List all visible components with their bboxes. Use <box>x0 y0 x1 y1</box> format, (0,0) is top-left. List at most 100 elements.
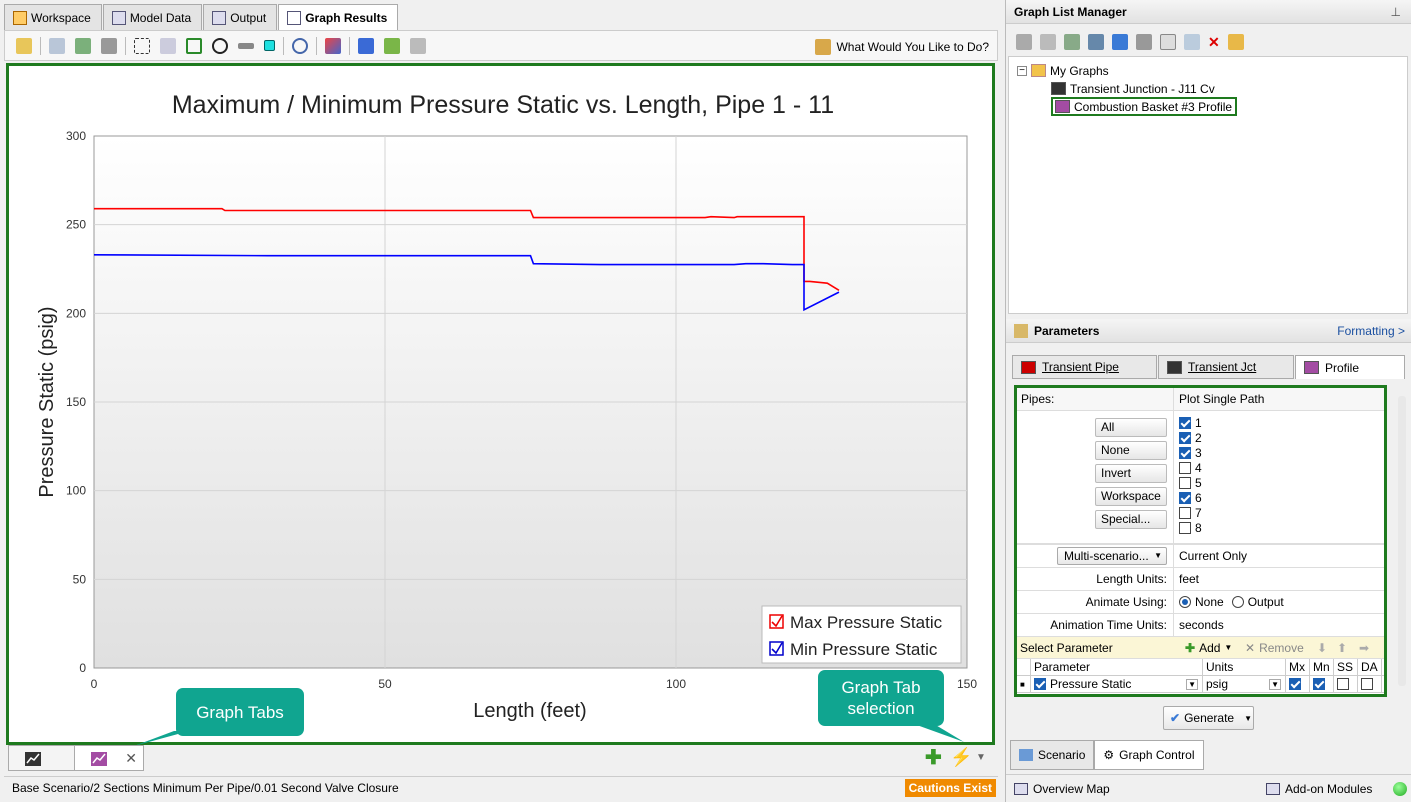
move-up-icon[interactable]: ⬆ <box>1337 641 1347 655</box>
row-checkbox[interactable] <box>1034 678 1046 690</box>
scenario-path: Base Scenario/2 Sections Minimum Per Pip… <box>12 780 399 795</box>
pipe-checkbox-8[interactable]: 8 <box>1179 520 1202 535</box>
pipe-checkbox-6[interactable]: 6 <box>1179 490 1202 505</box>
checkbox-icon[interactable] <box>1179 461 1191 474</box>
addon-modules-button[interactable]: Add-on Modules <box>1266 782 1372 796</box>
cautions-badge[interactable]: Cautions Exist <box>904 779 996 797</box>
pipe-checkbox-4[interactable]: 4 <box>1179 460 1202 475</box>
radio-none[interactable] <box>1179 596 1191 608</box>
table-icon[interactable] <box>101 37 117 54</box>
x-tick-label: 50 <box>378 677 392 691</box>
rename-icon[interactable] <box>1160 34 1176 50</box>
move-down-icon[interactable] <box>1136 34 1152 50</box>
open-icon[interactable] <box>1016 34 1032 50</box>
parameter-cell[interactable]: Pressure Static ▼ <box>1031 675 1203 693</box>
crosshair-icon[interactable] <box>212 37 228 54</box>
overview-map-button[interactable]: Overview Map <box>1014 782 1110 796</box>
export-icon[interactable] <box>75 37 91 54</box>
pipe-checkbox-1[interactable]: 1 <box>1179 415 1202 430</box>
tree-item-transient-junction[interactable]: Transient Junction - J11 Cv <box>1051 80 1215 97</box>
delete-icon[interactable]: ✕ <box>1208 34 1220 51</box>
special-button[interactable]: Special... <box>1095 510 1167 529</box>
graph-tab-profile[interactable]: ✕ <box>74 745 144 771</box>
pipe-checkbox-7[interactable]: 7 <box>1179 505 1202 520</box>
folder-add-icon[interactable] <box>1064 34 1080 50</box>
chevron-down-icon[interactable]: ▼ <box>1269 678 1281 690</box>
arrow-right-icon[interactable]: ➡ <box>1359 641 1369 655</box>
all-button[interactable]: All <box>1095 418 1167 437</box>
copy-graph-icon[interactable] <box>1040 34 1056 50</box>
checkbox-icon[interactable] <box>1179 506 1191 519</box>
units-cell[interactable]: psig ▼ <box>1203 675 1286 693</box>
chevron-down-icon[interactable]: ▼ <box>976 752 986 763</box>
color-square-icon[interactable] <box>264 40 275 51</box>
invert-button[interactable]: Invert <box>1095 464 1167 483</box>
refresh-icon[interactable] <box>1227 34 1244 50</box>
graph-area[interactable]: Maximum / Minimum Pressure Static vs. Le… <box>6 63 995 746</box>
anim-time-value[interactable]: seconds <box>1176 618 1224 632</box>
multi-scenario-dropdown[interactable]: Multi-scenario... ▼ <box>1057 547 1167 565</box>
check-graph-icon[interactable] <box>384 37 400 54</box>
pipe-checkbox-3[interactable]: 3 <box>1179 445 1202 460</box>
checkbox-icon[interactable] <box>1179 416 1191 429</box>
tab-workspace[interactable]: Workspace <box>4 4 102 30</box>
checkbox-toggle-icon[interactable] <box>186 37 202 54</box>
tab-transient-pipe[interactable]: Transient Pipe <box>1012 355 1157 379</box>
checkbox-icon[interactable] <box>1179 521 1191 534</box>
mx-checkbox[interactable] <box>1289 678 1301 690</box>
graph-tab-transient[interactable] <box>8 745 74 771</box>
collapse-icon[interactable]: − <box>1017 65 1027 76</box>
move-up-icon[interactable] <box>1112 34 1128 50</box>
add-graph-icon[interactable] <box>358 37 374 54</box>
info-icon[interactable] <box>410 37 426 54</box>
line-style-icon[interactable] <box>325 37 341 54</box>
pipe-checkbox-2[interactable]: 2 <box>1179 430 1202 445</box>
legend-icon[interactable] <box>160 37 176 54</box>
tab-scenario[interactable]: Scenario <box>1010 740 1095 770</box>
folder-icon <box>1031 64 1046 77</box>
duplicate-icon[interactable] <box>1184 34 1200 50</box>
add-parameter-button[interactable]: ✚ Add ▼ <box>1185 641 1232 655</box>
tree-root[interactable]: − My Graphs <box>1017 62 1109 79</box>
quick-graph-icon[interactable]: ⚡ <box>950 747 972 768</box>
checkbox-icon[interactable] <box>1179 446 1191 459</box>
tab-transient-jct[interactable]: Transient Jct <box>1158 355 1294 379</box>
zoom-region-icon[interactable] <box>134 37 150 54</box>
pin-icon[interactable]: ⊥ <box>1391 5 1401 19</box>
tab-profile[interactable]: Profile <box>1295 355 1405 379</box>
save-graph-icon[interactable] <box>1088 34 1104 50</box>
edit-icon[interactable] <box>16 37 32 54</box>
tab-graph-control[interactable]: ⚙ Graph Control <box>1094 740 1204 770</box>
parameters-scrollbar[interactable] <box>1398 396 1406 686</box>
workspace-button[interactable]: Workspace <box>1095 487 1167 506</box>
generate-button[interactable]: ✔ Generate ▼ <box>1163 706 1254 730</box>
checkbox-icon[interactable] <box>1179 491 1191 504</box>
tab-output[interactable]: Output <box>203 4 278 30</box>
none-button[interactable]: None <box>1095 441 1167 460</box>
mn-checkbox[interactable] <box>1313 678 1325 690</box>
checkbox-icon[interactable] <box>1179 431 1191 444</box>
pipe-checkbox-5[interactable]: 5 <box>1179 475 1202 490</box>
copy-icon[interactable] <box>49 37 65 54</box>
add-graph-tab-icon[interactable]: ✚ <box>925 748 942 768</box>
close-tab-icon[interactable]: ✕ <box>125 750 137 767</box>
move-down-icon[interactable]: ⬇ <box>1317 641 1327 655</box>
length-units-value[interactable]: feet <box>1176 572 1199 586</box>
tree-item-combustion-basket[interactable]: Combustion Basket #3 Profile <box>1051 97 1238 116</box>
parameter-tabs: Transient Pipe Transient Jct Profile <box>1012 355 1406 379</box>
tab-model-data[interactable]: Model Data <box>102 4 203 30</box>
ss-checkbox[interactable] <box>1337 678 1349 690</box>
zoom-icon[interactable] <box>292 37 308 54</box>
formatting-link[interactable]: Formatting > <box>1337 324 1405 338</box>
help-link[interactable]: What Would You Like to Do? <box>815 39 989 55</box>
graph-results-icon <box>287 10 302 25</box>
checkbox-icon[interactable] <box>1179 476 1191 489</box>
generate-check-icon: ✔ <box>1170 711 1181 725</box>
remove-parameter-button[interactable]: ✕ Remove <box>1245 641 1304 655</box>
radio-output[interactable] <box>1231 596 1244 608</box>
profile-graph-icon <box>1055 100 1070 113</box>
slider-icon[interactable] <box>238 42 254 49</box>
da-checkbox[interactable] <box>1361 678 1373 690</box>
chevron-down-icon[interactable]: ▼ <box>1186 678 1198 690</box>
tab-graph-results[interactable]: Graph Results <box>278 4 399 30</box>
